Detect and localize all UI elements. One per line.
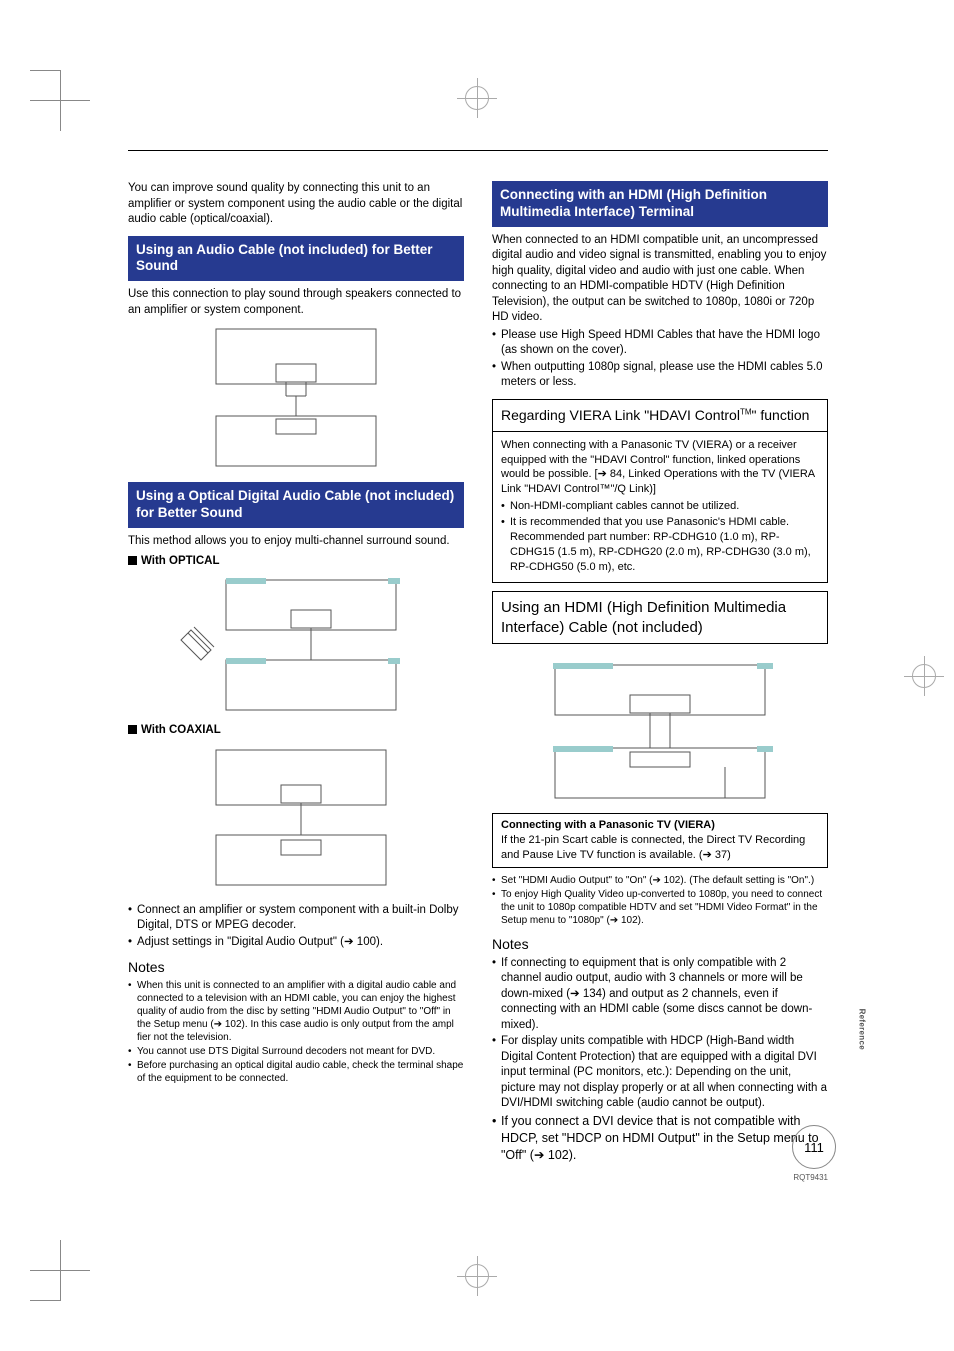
audio-cable-desc: Use this connection to play sound throug… [128,287,464,318]
heading-optical-cable: Using a Optical Digital Audio Cable (not… [128,482,464,528]
viera-link-list: Non-HDMI-compliant cables cannot be util… [501,499,819,574]
diagram-optical [128,575,464,715]
left-note-3: Before purchasing an optical digital aud… [128,1059,464,1085]
with-optical-label: With OPTICAL [128,554,464,570]
heading-audio-cable: Using an Audio Cable (not included) for … [128,236,464,282]
left-note-2: You cannot use DTS Digital Surround deco… [128,1045,464,1058]
left-notes: When this unit is connected to an amplif… [128,979,464,1085]
hdmi-bullet-2: When outputting 1080p signal, please use… [492,360,828,391]
left-bullet-1: Connect an amplifier or system component… [128,903,464,934]
with-coaxial-label: With COAXIAL [128,723,464,739]
left-column: You can improve sound quality by connect… [128,181,464,1166]
side-tab-reference: Reference [857,1009,866,1050]
hdmi-after-bullets: Set "HDMI Audio Output" to "On" (➔ 102).… [492,874,828,927]
top-rule [128,150,828,151]
diagram-hdmi [492,660,828,805]
hdmi-cable-title: Using an HDMI (High Definition Multimedi… [493,592,827,644]
hdmi-bullets: Please use High Speed HDMI Cables that h… [492,328,828,391]
viera-link-title: Regarding VIERA Link "HDAVI ControlTM" f… [493,400,827,432]
hdmi-after-2: To enjoy High Quality Video up-converted… [492,888,828,927]
viera-link-box: Regarding VIERA Link "HDAVI ControlTM" f… [492,399,828,583]
panasonic-tv-text: If the 21-pin Scart cable is connected, … [501,833,819,863]
right-notes: If connecting to equipment that is only … [492,956,828,1164]
intro-text: You can improve sound quality by connect… [128,181,464,228]
right-notes-heading: Notes [492,935,828,954]
diagram-coaxial [128,745,464,895]
page-content: You can improve sound quality by connect… [128,150,828,1166]
viera-b2: It is recommended that you use Panasonic… [501,515,819,574]
right-column: Connecting with an HDMI (High Definition… [492,181,828,1166]
left-note-1: When this unit is connected to an amplif… [128,979,464,1044]
left-bullets: Connect an amplifier or system component… [128,903,464,951]
viera-link-body: When connecting with a Panasonic TV (VIE… [493,432,827,583]
hdmi-desc: When connected to an HDMI compatible uni… [492,233,828,326]
left-bullet-2: Adjust settings in "Digital Audio Output… [128,935,464,951]
left-notes-heading: Notes [128,958,464,977]
hdmi-after-1: Set "HDMI Audio Output" to "On" (➔ 102).… [492,874,828,887]
footer-code: RQT9431 [793,1173,828,1182]
panasonic-tv-title: Connecting with a Panasonic TV (VIERA) [501,818,819,833]
viera-b1: Non-HDMI-compliant cables cannot be util… [501,499,819,514]
optical-desc: This method allows you to enjoy multi-ch… [128,534,464,550]
diagram-audio-cable [128,324,464,474]
right-note-3: If you connect a DVI device that is not … [492,1113,828,1164]
page-number: 111 [792,1125,836,1169]
panasonic-tv-box: Connecting with a Panasonic TV (VIERA) I… [492,813,828,868]
hdmi-bullet-1: Please use High Speed HDMI Cables that h… [492,328,828,359]
hdmi-cable-box: Using an HDMI (High Definition Multimedi… [492,591,828,644]
viera-link-para: When connecting with a Panasonic TV (VIE… [501,438,819,497]
right-note-2: For display units compatible with HDCP (… [492,1034,828,1112]
right-note-1: If connecting to equipment that is only … [492,956,828,1034]
heading-hdmi: Connecting with an HDMI (High Definition… [492,181,828,227]
